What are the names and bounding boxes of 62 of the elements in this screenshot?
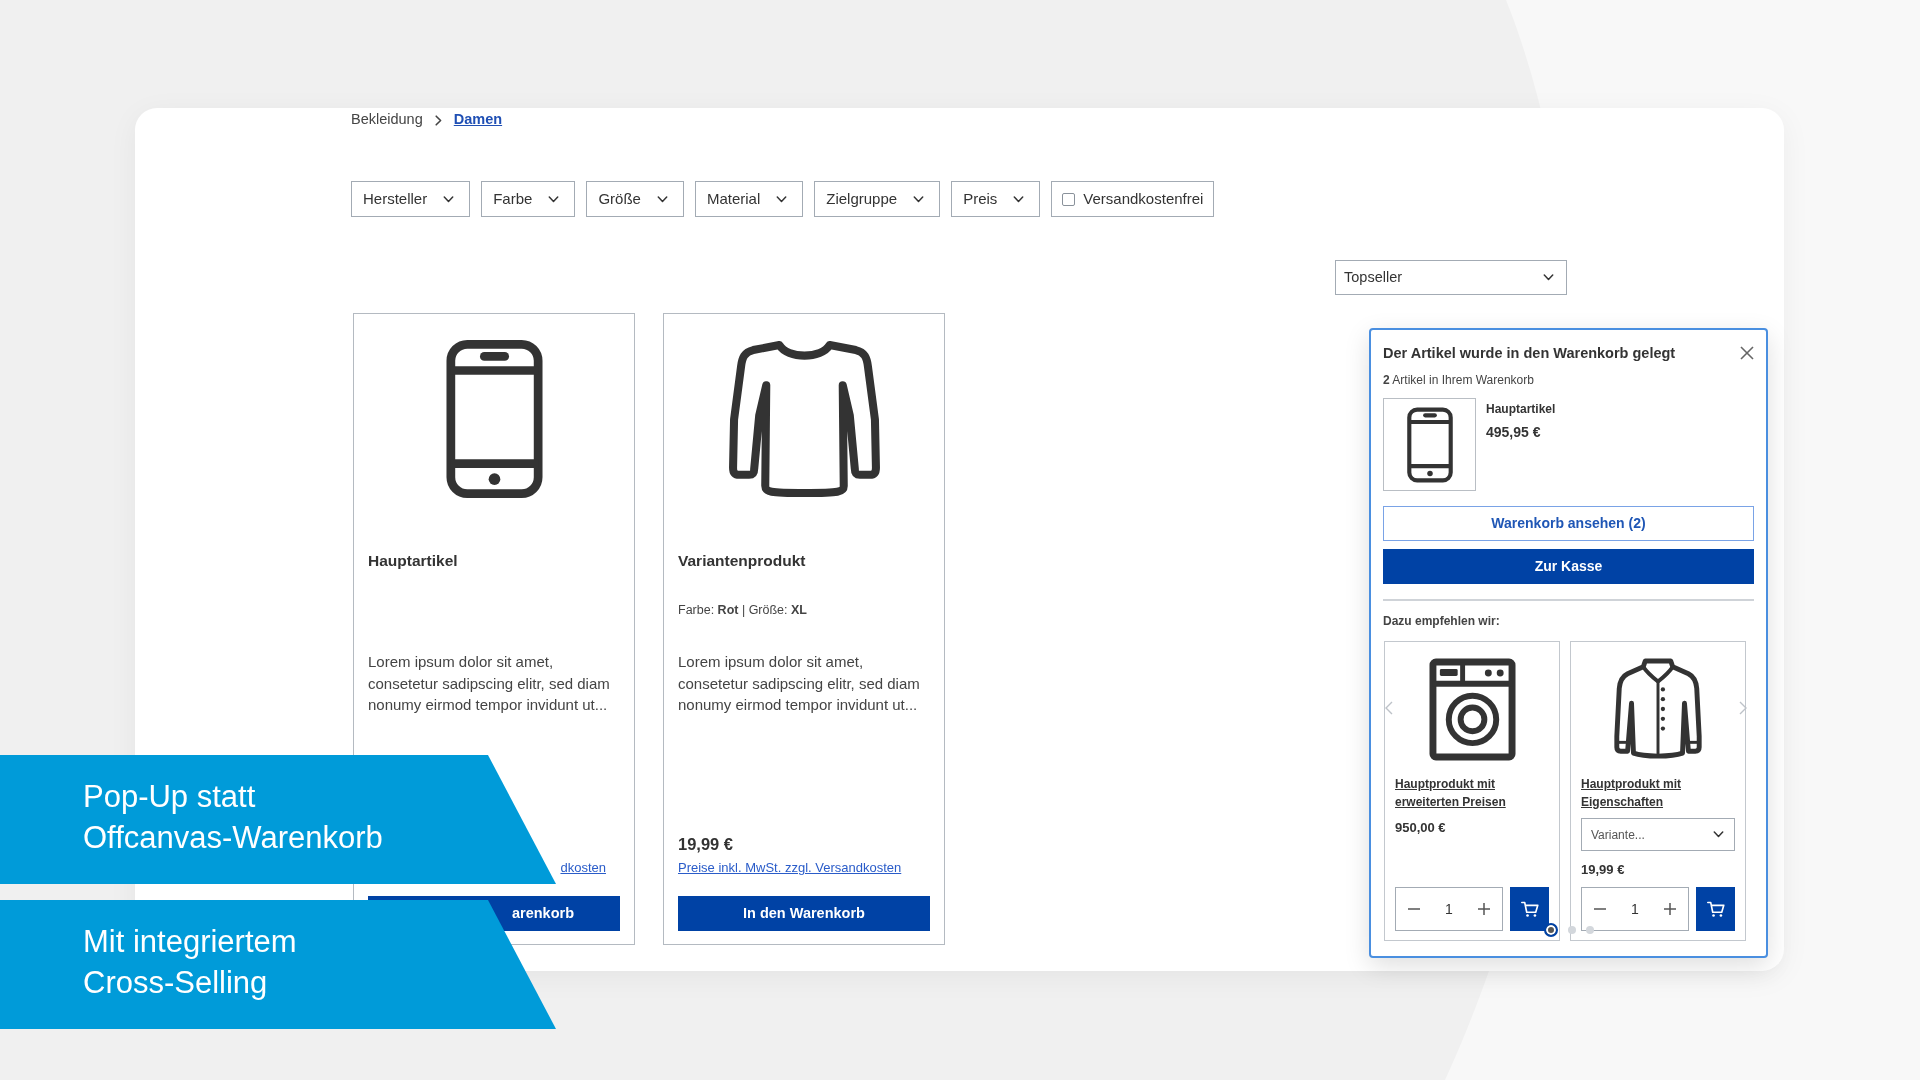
chevron-down-icon bbox=[548, 195, 560, 203]
plus-icon[interactable] bbox=[1478, 903, 1490, 915]
add-to-cart-button[interactable] bbox=[1510, 887, 1549, 931]
chevron-left-icon[interactable] bbox=[1385, 701, 1393, 715]
product-name: Variantenprodukt bbox=[678, 551, 807, 571]
add-to-cart-button[interactable]: In den Warenkorb bbox=[678, 896, 930, 931]
chevron-down-icon bbox=[776, 195, 788, 203]
product-price: 19,99 € bbox=[1581, 861, 1626, 879]
cart-icon bbox=[1705, 900, 1726, 918]
product-description: Lorem ipsum dolor sit amet, consetetur sadipscing elitr, sed diam nonumy eirmod tempor invidunt ut... bbox=[368, 652, 611, 715]
filter-dropdown[interactable]: Material bbox=[694, 181, 804, 217]
view-cart-button[interactable]: Warenkorb ansehen (2) bbox=[1383, 506, 1754, 541]
product-price: 495,95 € bbox=[1486, 423, 1542, 442]
filter-dropdown[interactable]: Farbe bbox=[481, 181, 576, 217]
close-icon[interactable] bbox=[1740, 346, 1754, 360]
filter-checkbox[interactable]: Versandkostenfrei bbox=[1051, 181, 1215, 217]
quantity-input[interactable]: 1 bbox=[1434, 898, 1464, 920]
chevron-right-icon bbox=[434, 114, 442, 126]
washing-machine-icon bbox=[1428, 657, 1516, 761]
product-link[interactable]: Hauptprodukt mit erweiterten Preisen bbox=[1395, 775, 1549, 811]
carousel-dot[interactable] bbox=[1585, 926, 1594, 934]
banner-text: Mit integriertem Cross-Selling bbox=[83, 923, 298, 1002]
breadcrumb-link[interactable]: Bekleidung bbox=[351, 109, 423, 131]
cart-count: 2 Artikel in Ihrem Warenkorb bbox=[1383, 372, 1535, 388]
chevron-down-icon bbox=[913, 195, 925, 203]
price-note-link[interactable]: Preise inkl. MwSt. zzgl. Versandkosten bbox=[678, 860, 902, 875]
chevron-down-icon bbox=[656, 195, 668, 203]
checkout-button[interactable]: Zur Kasse bbox=[1383, 549, 1754, 584]
jacket-icon bbox=[1612, 658, 1704, 760]
price-note-link[interactable]: dkosten bbox=[560, 860, 606, 875]
quantity-input[interactable]: 1 bbox=[1620, 898, 1650, 920]
breadcrumb-link[interactable]: Damen bbox=[453, 109, 503, 131]
cart-icon bbox=[1519, 900, 1540, 918]
popup-title: Der Artikel wurde in den Warenkorb gelegt bbox=[1383, 344, 1676, 362]
product-name: Hauptartikel bbox=[1486, 401, 1556, 417]
phone-icon bbox=[445, 339, 543, 499]
chevron-right-icon[interactable] bbox=[1739, 701, 1747, 715]
chevron-down-icon bbox=[443, 195, 455, 203]
product-price: 19,99 € bbox=[678, 834, 735, 855]
chevron-down-icon bbox=[1713, 831, 1724, 838]
phone-icon bbox=[1406, 406, 1453, 483]
carousel-dot[interactable] bbox=[1543, 923, 1558, 937]
banner-text: Pop-Up statt Offcanvas-Warenkorb bbox=[83, 778, 384, 857]
product-description: Lorem ipsum dolor sit amet, consetetur sadipscing elitr, sed diam nonumy eirmod tempor invidunt ut... bbox=[678, 652, 921, 715]
plus-icon[interactable] bbox=[1664, 903, 1676, 915]
section-heading: Dazu empfehlen wir: bbox=[1383, 613, 1501, 629]
filter-dropdown[interactable]: Hersteller bbox=[351, 181, 471, 217]
variant-info: Farbe: Rot | Größe: XL bbox=[678, 602, 808, 618]
chevron-down-icon bbox=[1013, 195, 1025, 203]
product-name: Hauptartikel bbox=[368, 551, 459, 571]
product-price: 950,00 € bbox=[1395, 819, 1447, 837]
checkbox[interactable] bbox=[1062, 192, 1076, 206]
carousel-dot[interactable] bbox=[1567, 926, 1576, 934]
filter-dropdown[interactable]: Preis bbox=[951, 181, 1041, 217]
sort-select[interactable]: Topseller bbox=[1335, 260, 1567, 295]
filter-dropdown[interactable]: Größe bbox=[586, 181, 684, 217]
variant-select[interactable]: Variante... bbox=[1581, 818, 1735, 851]
shirt-icon bbox=[727, 339, 881, 500]
product-link[interactable]: Hauptprodukt mit Eigenschaften bbox=[1581, 775, 1735, 811]
filter-dropdown[interactable]: Zielgruppe bbox=[814, 181, 941, 217]
chevron-down-icon bbox=[1543, 274, 1554, 281]
add-to-cart-button[interactable] bbox=[1696, 887, 1735, 931]
